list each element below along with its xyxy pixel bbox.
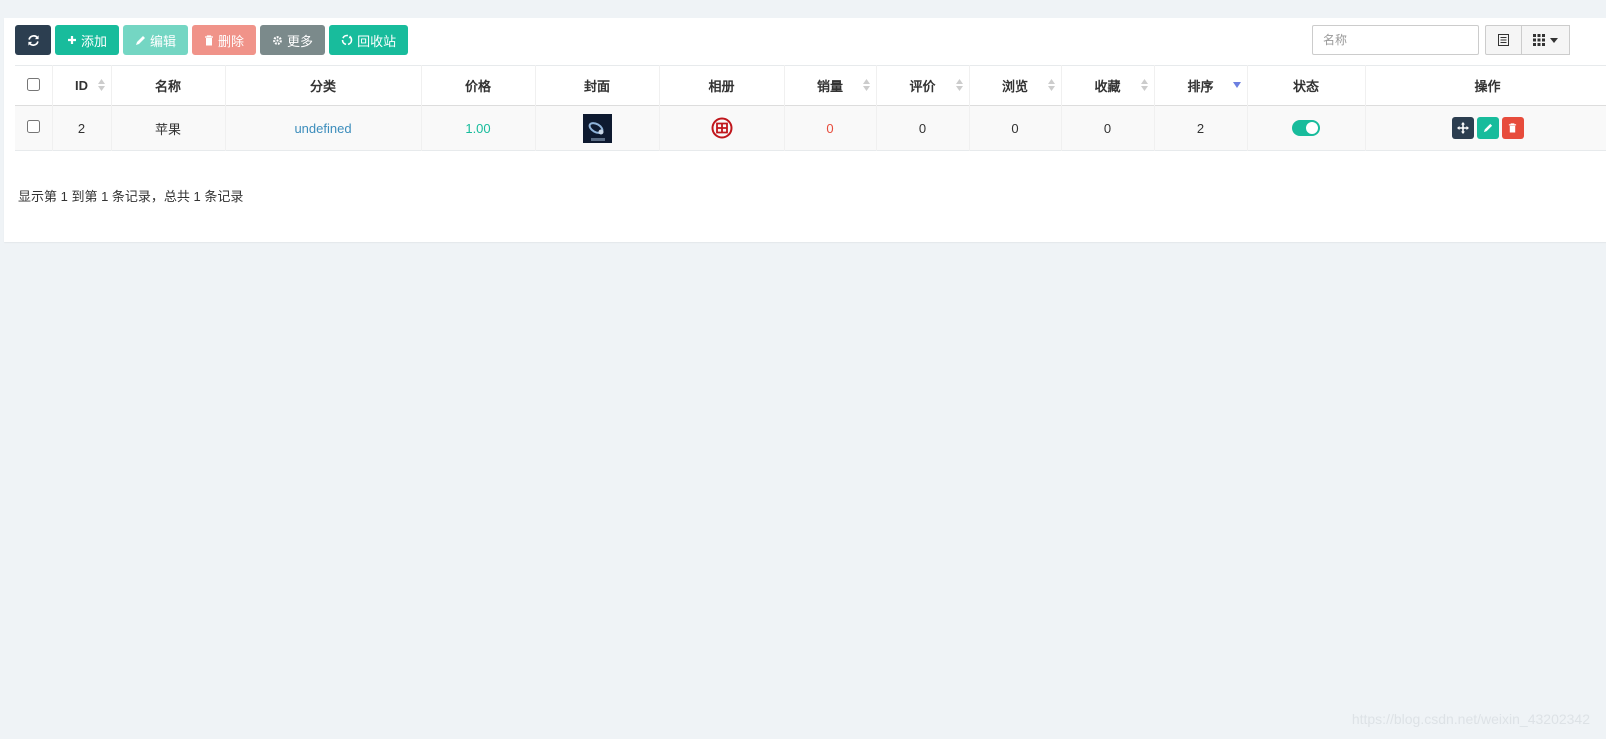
column-header-favorites-label: 收藏	[1094, 79, 1121, 94]
cell-category: undefined	[225, 105, 422, 151]
cell-rating: 0	[876, 105, 970, 151]
column-header-views-label: 浏览	[1001, 79, 1028, 94]
trash-icon	[1508, 123, 1517, 133]
status-toggle[interactable]	[1292, 120, 1320, 137]
album-logo-icon[interactable]	[711, 117, 733, 139]
cell-name: 苹果	[111, 105, 226, 151]
category-link[interactable]: undefined	[294, 121, 351, 136]
pagination-info: 显示第 1 到第 1 条记录，总共 1 条记录	[18, 189, 244, 204]
toggle-view-button[interactable]	[1485, 25, 1522, 55]
sort-desc-icon	[1232, 82, 1241, 88]
column-header-cover-label: 封面	[583, 79, 610, 94]
recycle-bin-button[interactable]: 回收站	[329, 25, 409, 55]
product-table: ID 名称 分类 价格 封面 相册 销量 评价 浏览 收藏 排序 状态 操作 2	[15, 65, 1606, 151]
cell-views: 0	[969, 105, 1062, 151]
column-header-category: 分类	[225, 65, 422, 106]
cell-sales: 0	[784, 105, 877, 151]
price-value: 1.00	[465, 120, 491, 136]
column-header-sales[interactable]: 销量	[784, 65, 877, 106]
move-icon	[1456, 122, 1469, 134]
edit-button-label: 编辑	[150, 33, 177, 49]
column-header-sales-label: 销量	[816, 79, 843, 94]
trash-icon	[205, 34, 214, 45]
column-header-price-label: 价格	[464, 79, 491, 94]
select-all-cell	[15, 65, 53, 106]
sort-icon	[1140, 79, 1148, 91]
plus-icon	[68, 36, 76, 44]
column-header-name-label: 名称	[154, 79, 181, 94]
toggle-knob	[1306, 122, 1318, 135]
edit-button[interactable]: 编辑	[123, 25, 189, 55]
cell-sort: 2	[1154, 105, 1248, 151]
cell-favorites: 0	[1061, 105, 1155, 151]
caret-down-icon	[1550, 37, 1558, 43]
delete-button[interactable]: 删除	[192, 25, 257, 55]
column-header-sort-label: 排序	[1187, 79, 1214, 94]
pencil-icon	[1483, 123, 1492, 133]
column-header-album-label: 相册	[708, 79, 735, 94]
column-header-price: 价格	[421, 65, 536, 106]
column-header-category-label: 分类	[309, 79, 336, 94]
grid-icon	[1533, 34, 1545, 46]
recycle-icon	[341, 34, 353, 46]
select-all-checkbox[interactable]	[26, 77, 40, 91]
column-header-name: 名称	[111, 65, 226, 106]
table-row: 2 苹果 undefined 1.00 0 0 0 0 2	[15, 105, 1606, 151]
add-button-label: 添加	[81, 33, 108, 49]
cell-album	[659, 105, 785, 151]
column-header-album: 相册	[659, 65, 785, 106]
cell-id: 2	[52, 105, 112, 151]
column-header-favorites[interactable]: 收藏	[1061, 65, 1155, 106]
column-header-actions-label: 操作	[1474, 79, 1501, 94]
refresh-icon	[27, 34, 39, 46]
column-header-views[interactable]: 浏览	[969, 65, 1062, 106]
gear-icon	[273, 35, 282, 45]
watermark: https://blog.csdn.net/weixin_43202342	[1351, 711, 1590, 727]
row-delete-button[interactable]	[1501, 117, 1524, 139]
pencil-icon	[136, 35, 146, 45]
cell-actions	[1365, 105, 1606, 151]
row-edit-button[interactable]	[1476, 117, 1499, 139]
column-header-id-label: ID	[75, 78, 88, 93]
column-header-status-label: 状态	[1292, 79, 1319, 94]
column-header-id[interactable]: ID	[52, 65, 112, 106]
cell-price: 1.00	[421, 105, 536, 151]
column-header-cover: 封面	[535, 65, 660, 106]
more-button-label: 更多	[287, 33, 314, 49]
list-icon	[1498, 34, 1509, 46]
recycle-bin-button-label: 回收站	[357, 33, 397, 49]
delete-button-label: 删除	[218, 33, 245, 49]
sort-icon	[955, 79, 963, 91]
cell-cover	[535, 105, 660, 151]
row-checkbox[interactable]	[26, 120, 40, 133]
column-header-actions: 操作	[1365, 65, 1606, 106]
sort-icon	[1047, 79, 1055, 91]
row-select-cell	[15, 105, 53, 151]
sales-value: 0	[826, 120, 834, 136]
cell-status	[1247, 105, 1366, 151]
view-switcher	[1485, 25, 1570, 55]
column-header-rating[interactable]: 评价	[876, 65, 970, 106]
columns-dropdown-button[interactable]	[1522, 25, 1570, 55]
drag-sort-button[interactable]	[1451, 117, 1474, 139]
toolbar: 添加 编辑 删除 更多 回收站	[15, 25, 409, 55]
refresh-button[interactable]	[15, 25, 51, 55]
sort-icon	[862, 79, 870, 91]
row-actions	[1451, 117, 1524, 139]
sort-icon	[97, 79, 105, 91]
column-header-rating-label: 评价	[909, 79, 936, 94]
table-header-row: ID 名称 分类 价格 封面 相册 销量 评价 浏览 收藏 排序 状态 操作	[15, 65, 1606, 106]
column-header-status: 状态	[1247, 65, 1366, 106]
more-button[interactable]: 更多	[260, 25, 326, 55]
add-button[interactable]: 添加	[55, 25, 120, 55]
search-input[interactable]	[1312, 25, 1479, 55]
column-header-sort[interactable]: 排序	[1154, 65, 1248, 106]
cover-thumbnail[interactable]	[582, 113, 612, 143]
